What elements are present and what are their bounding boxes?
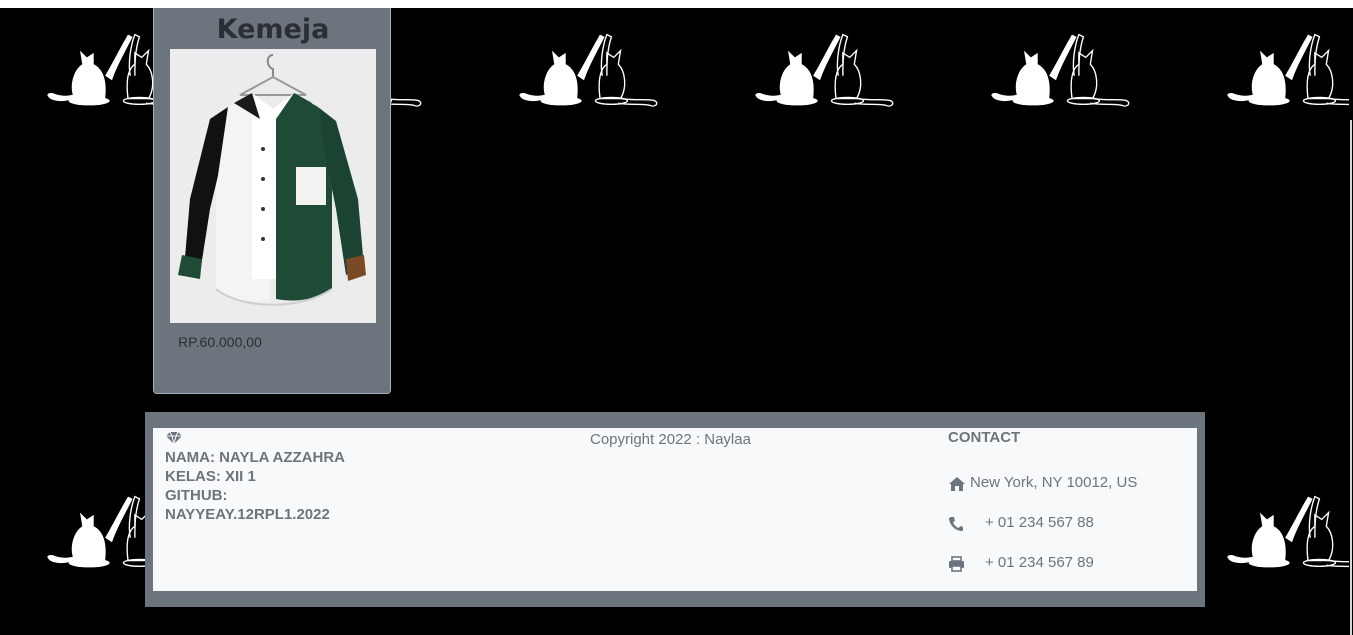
- cat-pair-image: [990, 33, 1130, 107]
- student-name: NAMA: NAYLA AZZAHRA: [165, 449, 345, 466]
- gem-icon: [166, 431, 182, 445]
- fax-text[interactable]: + 01 234 567 89: [985, 554, 1094, 571]
- student-class: KELAS: XII 1: [165, 468, 256, 485]
- cat-pair-image: [1226, 33, 1353, 107]
- home-icon: [949, 477, 965, 491]
- github-label: GITHUB:: [165, 487, 228, 504]
- cat-pair-image: [518, 33, 658, 107]
- product-image: [170, 49, 376, 323]
- phone-icon: [949, 517, 963, 531]
- github-value: NAYYEAY.12RPL1.2022: [165, 506, 330, 523]
- scrollbar-thumb[interactable]: [1350, 120, 1352, 635]
- phone-text[interactable]: + 01 234 567 88: [985, 514, 1094, 531]
- footer: NAMA: NAYLA AZZAHRA KELAS: XII 1 GITHUB:…: [145, 412, 1205, 607]
- product-price: RP.60.000,00: [178, 334, 262, 350]
- copyright-text: Copyright 2022 : Naylaa: [590, 431, 751, 448]
- product-card[interactable]: Kemeja RP.60.000,00: [153, 8, 391, 394]
- top-strip: [0, 0, 1353, 8]
- address-text: New York, NY 10012, US: [970, 474, 1138, 491]
- cat-pair-image: [1226, 495, 1353, 569]
- footer-panel: NAMA: NAYLA AZZAHRA KELAS: XII 1 GITHUB:…: [153, 428, 1197, 591]
- print-icon: [949, 556, 964, 572]
- product-title: Kemeja: [216, 14, 330, 45]
- cat-pair-image: [754, 33, 894, 107]
- contact-heading: CONTACT: [948, 429, 1021, 446]
